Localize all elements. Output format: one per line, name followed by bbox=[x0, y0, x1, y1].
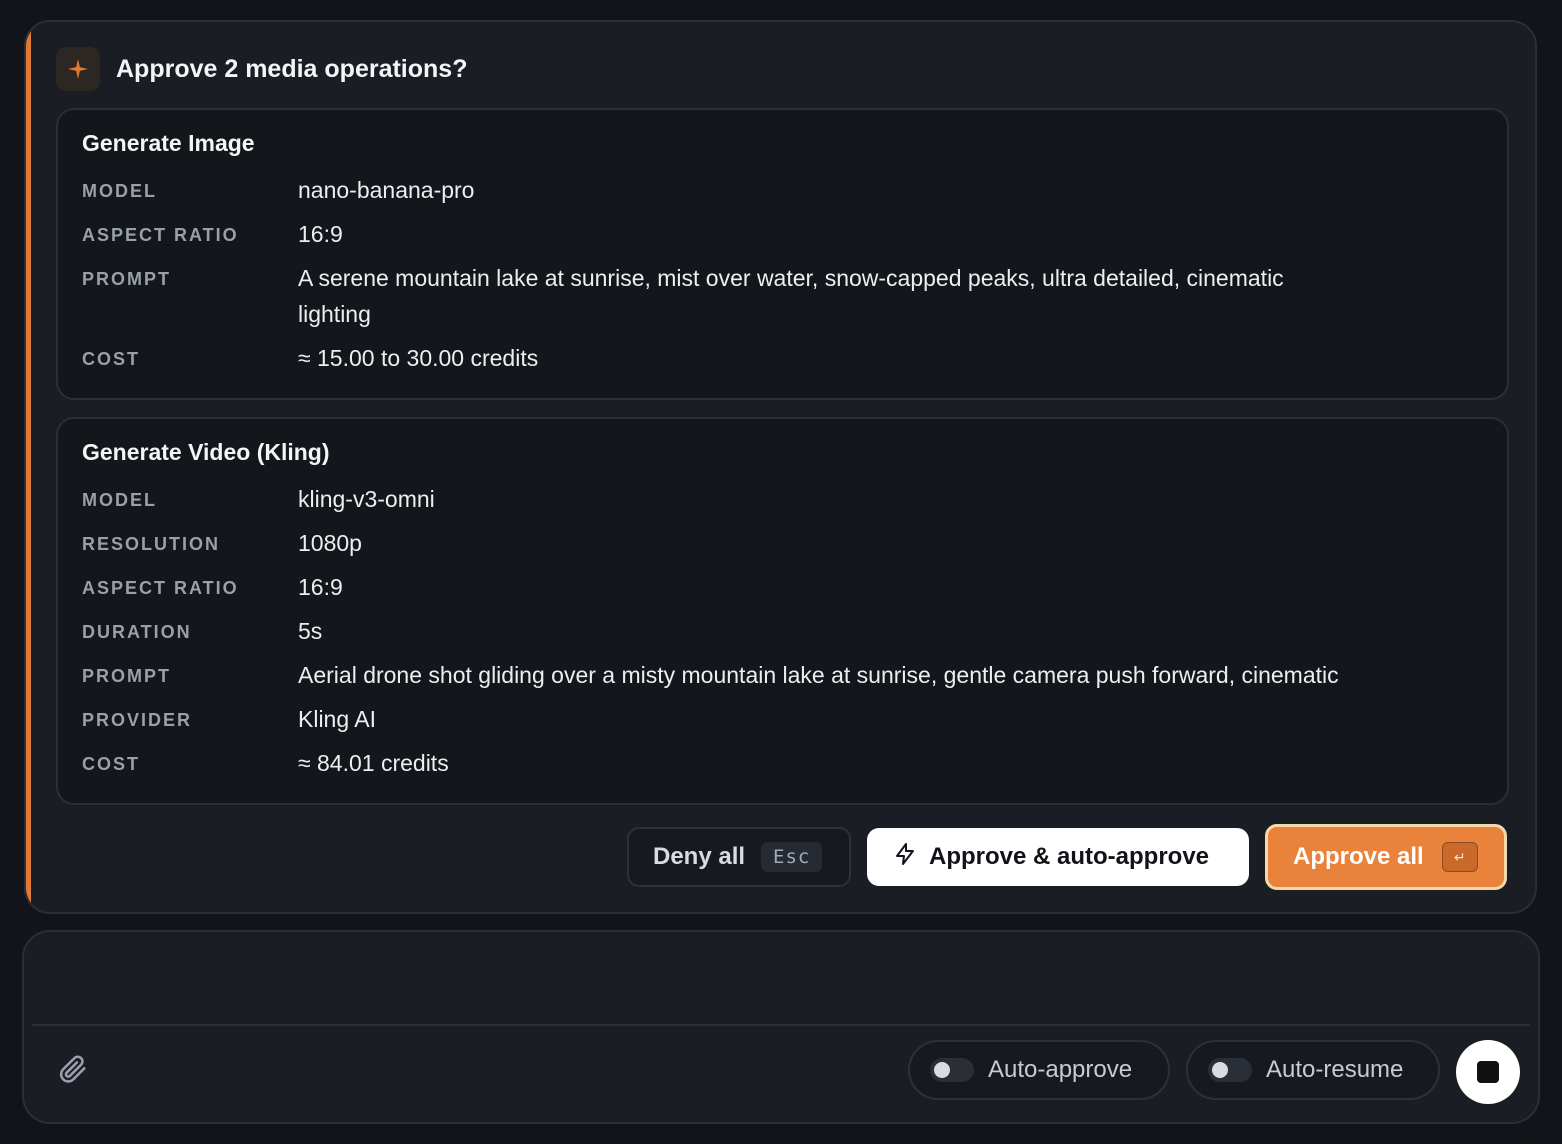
field-key: ASPECT RATIO bbox=[82, 225, 239, 245]
auto-approve-toggle[interactable]: Auto-approve bbox=[908, 1040, 1170, 1100]
auto-resume-toggle[interactable]: Auto-resume bbox=[1186, 1040, 1440, 1100]
field-value: A serene mountain lake at sunrise, mist … bbox=[298, 265, 1284, 327]
field-value: Kling AI bbox=[298, 706, 376, 732]
field-key: PROMPT bbox=[82, 269, 172, 289]
approve-and-auto-approve-button[interactable]: Approve & auto-approve bbox=[867, 828, 1249, 886]
field-value: kling-v3-omni bbox=[298, 486, 435, 512]
field-key: ASPECT RATIO bbox=[82, 578, 239, 598]
field-value: ≈ 84.01 credits bbox=[298, 750, 449, 776]
auto-resume-switch[interactable] bbox=[1208, 1058, 1252, 1082]
approval-title: Approve 2 media operations? bbox=[116, 54, 468, 83]
esc-shortcut-badge: Esc bbox=[761, 842, 823, 872]
field-row: COST ≈ 84.01 credits bbox=[82, 750, 1483, 781]
field-row: PROMPT Aerial drone shot gliding over a … bbox=[82, 662, 1483, 693]
composer-divider bbox=[32, 1024, 1530, 1026]
field-key: RESOLUTION bbox=[82, 534, 221, 554]
stop-icon bbox=[1477, 1061, 1499, 1083]
field-row: ASPECT RATIO 16:9 bbox=[82, 574, 1483, 605]
enter-key-icon: ↵ bbox=[1441, 842, 1478, 872]
accent-bar bbox=[26, 22, 31, 912]
field-key: PROMPT bbox=[82, 666, 172, 686]
message-composer[interactable]: Auto-approve Auto-resume bbox=[22, 930, 1540, 1124]
approval-header: Approve 2 media operations? bbox=[56, 46, 467, 92]
deny-all-label: Deny all bbox=[653, 843, 746, 870]
field-value: 5s bbox=[298, 618, 323, 644]
field-row: RESOLUTION 1080p bbox=[82, 530, 1483, 561]
approval-panel: Approve 2 media operations? Generate Ima… bbox=[24, 20, 1537, 914]
field-row: ASPECT RATIO 16:9 bbox=[82, 221, 1483, 252]
field-value: nano-banana-pro bbox=[298, 177, 475, 203]
field-key: MODEL bbox=[82, 490, 157, 510]
operation-title: Generate Image bbox=[82, 130, 255, 156]
auto-approve-label: Auto-approve bbox=[988, 1056, 1133, 1083]
field-row: PROMPT A serene mountain lake at sunrise… bbox=[82, 265, 1483, 332]
field-key: COST bbox=[82, 349, 141, 369]
field-key: DURATION bbox=[82, 622, 192, 642]
field-value: 1080p bbox=[298, 530, 362, 556]
field-row: COST ≈ 15.00 to 30.00 credits bbox=[82, 345, 1483, 376]
approval-actions: Deny all Esc Approve & auto-approve Appr… bbox=[627, 824, 1507, 890]
paperclip-icon[interactable] bbox=[56, 1052, 90, 1091]
app-frame: Approve 2 media operations? Generate Ima… bbox=[0, 0, 1562, 1144]
field-key: PROVIDER bbox=[82, 710, 193, 730]
field-row: DURATION 5s bbox=[82, 618, 1483, 649]
field-value: 16:9 bbox=[298, 574, 343, 600]
auto-approve-switch[interactable] bbox=[930, 1058, 974, 1082]
operation-title: Generate Video (Kling) bbox=[82, 439, 330, 465]
stop-button[interactable] bbox=[1456, 1040, 1520, 1104]
field-value: ≈ 15.00 to 30.00 credits bbox=[298, 345, 539, 371]
field-key: MODEL bbox=[82, 181, 157, 201]
auto-resume-label: Auto-resume bbox=[1266, 1056, 1404, 1083]
field-value: 16:9 bbox=[298, 221, 343, 247]
field-row: MODEL nano-banana-pro bbox=[82, 177, 1483, 208]
lightning-icon bbox=[893, 842, 917, 873]
field-value: Aerial drone shot gliding over a misty m… bbox=[298, 662, 1339, 688]
field-key: COST bbox=[82, 754, 141, 774]
deny-all-button[interactable]: Deny all Esc bbox=[627, 827, 851, 887]
approve-all-label: Approve all bbox=[1293, 843, 1424, 870]
operation-card-video: Generate Video (Kling) MODEL kling-v3-om… bbox=[56, 417, 1509, 805]
operation-card-image: Generate Image MODEL nano-banana-pro ASP… bbox=[56, 108, 1509, 400]
field-row: PROVIDER Kling AI bbox=[82, 706, 1483, 737]
approve-and-auto-approve-label: Approve & auto-approve bbox=[929, 843, 1210, 870]
approve-all-button[interactable]: Approve all ↵ bbox=[1265, 824, 1507, 890]
sparkle-icon bbox=[56, 47, 100, 91]
field-row: MODEL kling-v3-omni bbox=[82, 486, 1483, 517]
